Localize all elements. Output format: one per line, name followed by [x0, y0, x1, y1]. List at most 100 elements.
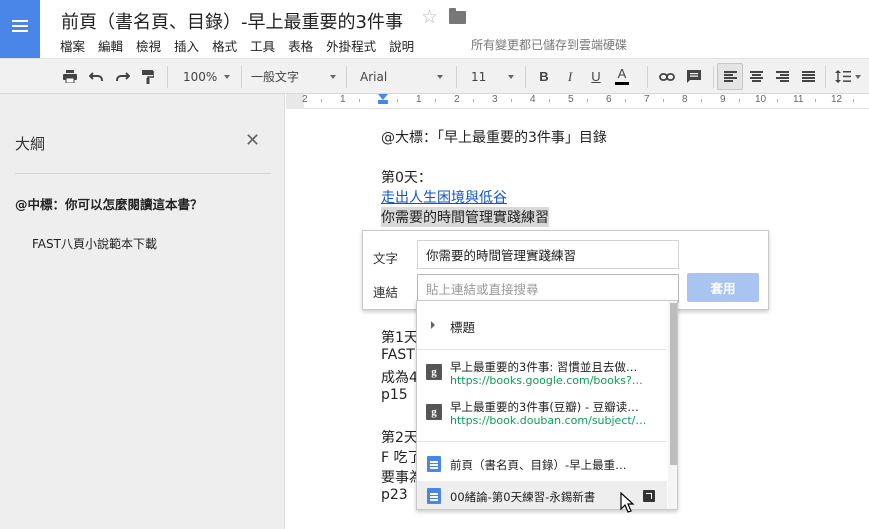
open-in-new-icon[interactable] [643, 490, 655, 502]
ruler-tick [359, 99, 360, 102]
font-size-value: 11 [471, 69, 487, 84]
ruler-tick [435, 99, 436, 102]
outline-title: 大綱 [15, 135, 46, 153]
suggestion-title: 早上最重要的3件事(豆瓣) - 豆瓣读… [450, 400, 639, 414]
ruler-label: 7 [644, 94, 650, 105]
italic-button[interactable]: I [558, 59, 582, 94]
link-url-input[interactable]: 貼上連結或直接搜尋 [417, 274, 679, 303]
ruler[interactable]: 2 1 1 2 3 4 5 6 7 8 9 10 11 12 [286, 94, 869, 109]
font-size-select[interactable]: 11 [464, 59, 518, 94]
doc-paragraph[interactable]: 成為4 [381, 367, 418, 387]
toolbar: 100% 一般文字 Arial 11 B I U A [0, 58, 869, 94]
ruler-tick [815, 99, 816, 102]
doc-paragraph[interactable]: 第1天 [381, 327, 418, 347]
menu-file[interactable]: 檔案 [60, 36, 85, 55]
align-left-icon [723, 71, 737, 82]
paint-format-icon[interactable] [136, 59, 160, 94]
doc-heading[interactable]: @大標：「早上最重要的3件事」目錄 [381, 127, 607, 147]
suggestion-url: https://books.google.com/books?… [450, 374, 643, 387]
docs-home-icon[interactable] [0, 0, 40, 58]
menu-help[interactable]: 說明 [389, 36, 414, 55]
ruler-label: 2 [454, 94, 460, 105]
folder-icon[interactable] [449, 8, 466, 24]
link-icon[interactable] [655, 59, 679, 94]
ruler-label: 11 [793, 94, 804, 105]
ruler-label: 12 [831, 94, 843, 105]
doc-selected-text[interactable]: 你需要的時間管理實踐練習 [381, 207, 549, 227]
underline-button[interactable]: U [584, 59, 608, 94]
ruler-label: 1 [416, 94, 422, 105]
suggestion-item[interactable]: 前頁（書名頁、目錄）-早上最重… [417, 446, 667, 481]
chevron-down-icon [224, 75, 230, 79]
text-label: 文字 [373, 251, 399, 266]
google-icon: g [426, 404, 442, 420]
ruler-tick [397, 99, 398, 102]
ruler-tick [853, 99, 854, 102]
star-icon[interactable]: ☆ [421, 6, 438, 28]
doc-paragraph[interactable]: p15 [381, 387, 408, 403]
font-select[interactable]: Arial [353, 59, 447, 94]
menu-edit[interactable]: 編輯 [98, 36, 123, 55]
toolbar-divider [167, 66, 168, 88]
line-spacing-select[interactable] [831, 59, 865, 94]
doc-paragraph[interactable]: 第0天： [381, 167, 432, 187]
redo-icon[interactable] [110, 59, 134, 94]
suggestion-item[interactable]: g 早上最重要的3件事(豆瓣) - 豆瓣读… https://book.doub… [417, 394, 667, 434]
menu-insert[interactable]: 插入 [174, 36, 199, 55]
scrollbar-thumb[interactable] [670, 303, 677, 465]
style-select[interactable]: 一般文字 [244, 59, 340, 94]
justify-button[interactable] [796, 59, 820, 94]
link-text-input[interactable]: 你需要的時間管理實踐練習 [417, 240, 679, 269]
suggestion-divider [417, 441, 667, 442]
document-title[interactable]: 前頁（書名頁、目錄）-早上最重要的3件事 [61, 8, 403, 34]
doc-paragraph[interactable]: 第2天 [381, 427, 418, 447]
align-right-button[interactable] [770, 59, 794, 94]
suggestion-url: https://book.douban.com/subject/… [450, 414, 647, 427]
mouse-cursor-icon [620, 492, 635, 513]
toolbar-divider [241, 66, 242, 88]
indent-bar[interactable] [378, 100, 388, 104]
menu-tools[interactable]: 工具 [250, 36, 275, 55]
doc-paragraph[interactable]: p23 [381, 487, 408, 503]
zoom-select[interactable]: 100% [176, 59, 234, 94]
zoom-value: 100% [183, 69, 218, 84]
menu-table[interactable]: 表格 [288, 36, 313, 55]
chevron-right-icon [431, 321, 435, 329]
doc-link[interactable]: 走出人生困境與低谷 [381, 187, 507, 207]
menu-addons[interactable]: 外掛程式 [326, 36, 376, 55]
toolbar-divider [713, 66, 714, 88]
style-value: 一般文字 [251, 70, 300, 84]
chevron-down-icon [437, 75, 443, 79]
menu-view[interactable]: 檢視 [136, 36, 161, 55]
undo-icon[interactable] [84, 59, 108, 94]
outline-item[interactable]: @中標：你可以怎麼閱讀這本書？ [15, 194, 203, 213]
scrollbar[interactable] [668, 301, 677, 509]
ruler-tick [549, 99, 550, 102]
toolbar-divider [647, 66, 648, 88]
text-color-button[interactable]: A [610, 59, 634, 94]
doc-paragraph[interactable]: FAST [381, 347, 415, 363]
outline-item[interactable]: FAST八頁小說範本下載 [32, 235, 157, 252]
print-icon[interactable] [58, 59, 82, 94]
headings-toggle[interactable]: 標題 [417, 301, 667, 349]
save-status[interactable]: 所有變更都已儲存到雲端硬碟 [471, 36, 627, 53]
apply-button[interactable]: 套用 [687, 273, 759, 302]
menu-format[interactable]: 格式 [212, 36, 237, 55]
outline-sidebar: 大綱 ✕ @中標：你可以怎麼閱讀這本書？ FAST八頁小說範本下載 [0, 94, 285, 529]
ruler-tick [777, 99, 778, 102]
ruler-label: 5 [568, 94, 574, 105]
close-icon[interactable]: ✕ [245, 130, 260, 151]
line-spacing-icon [835, 70, 851, 83]
toolbar-divider [346, 66, 347, 88]
align-center-button[interactable] [744, 59, 768, 94]
toolbar-divider [456, 66, 457, 88]
toolbar-divider [825, 66, 826, 88]
suggestion-title: 前頁（書名頁、目錄）-早上最重… [450, 458, 627, 472]
comment-icon[interactable] [682, 59, 706, 94]
suggestion-item[interactable]: g 早上最重要的3件事: 習慣並且去做… https://books.googl… [417, 354, 667, 394]
chevron-down-icon [330, 75, 336, 79]
text-color-swatch [615, 82, 629, 85]
align-left-button[interactable] [717, 63, 743, 90]
bold-button[interactable]: B [532, 59, 556, 94]
chevron-down-icon [855, 75, 861, 79]
